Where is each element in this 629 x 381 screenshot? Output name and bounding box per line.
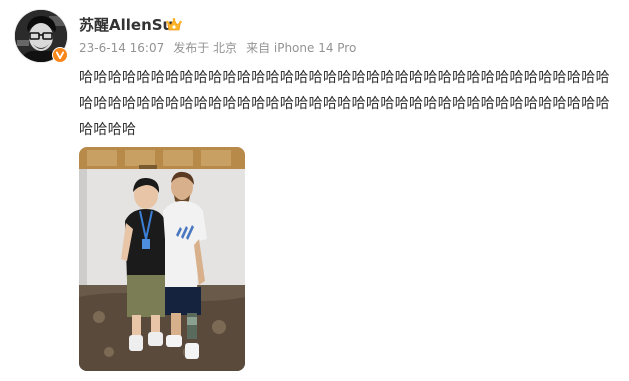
username[interactable]: 苏醒AllenSu <box>79 15 173 35</box>
post-photo[interactable] <box>79 147 245 371</box>
post-timestamp[interactable]: 23-6-14 16:07 <box>79 40 164 56</box>
post-text: 哈哈哈哈哈哈哈哈哈哈哈哈哈哈哈哈哈哈哈哈哈哈哈哈哈哈哈哈哈哈哈哈哈哈哈哈哈哈哈哈… <box>79 70 610 138</box>
crown-icon[interactable] <box>165 16 183 34</box>
post-device: 来自 iPhone 14 Pro <box>246 41 357 55</box>
post-meta: 23-6-14 16:07 发布于 北京 来自 iPhone 14 Pro <box>79 40 356 56</box>
verified-v-icon <box>52 47 68 63</box>
post-location: 发布于 北京 <box>173 41 238 55</box>
